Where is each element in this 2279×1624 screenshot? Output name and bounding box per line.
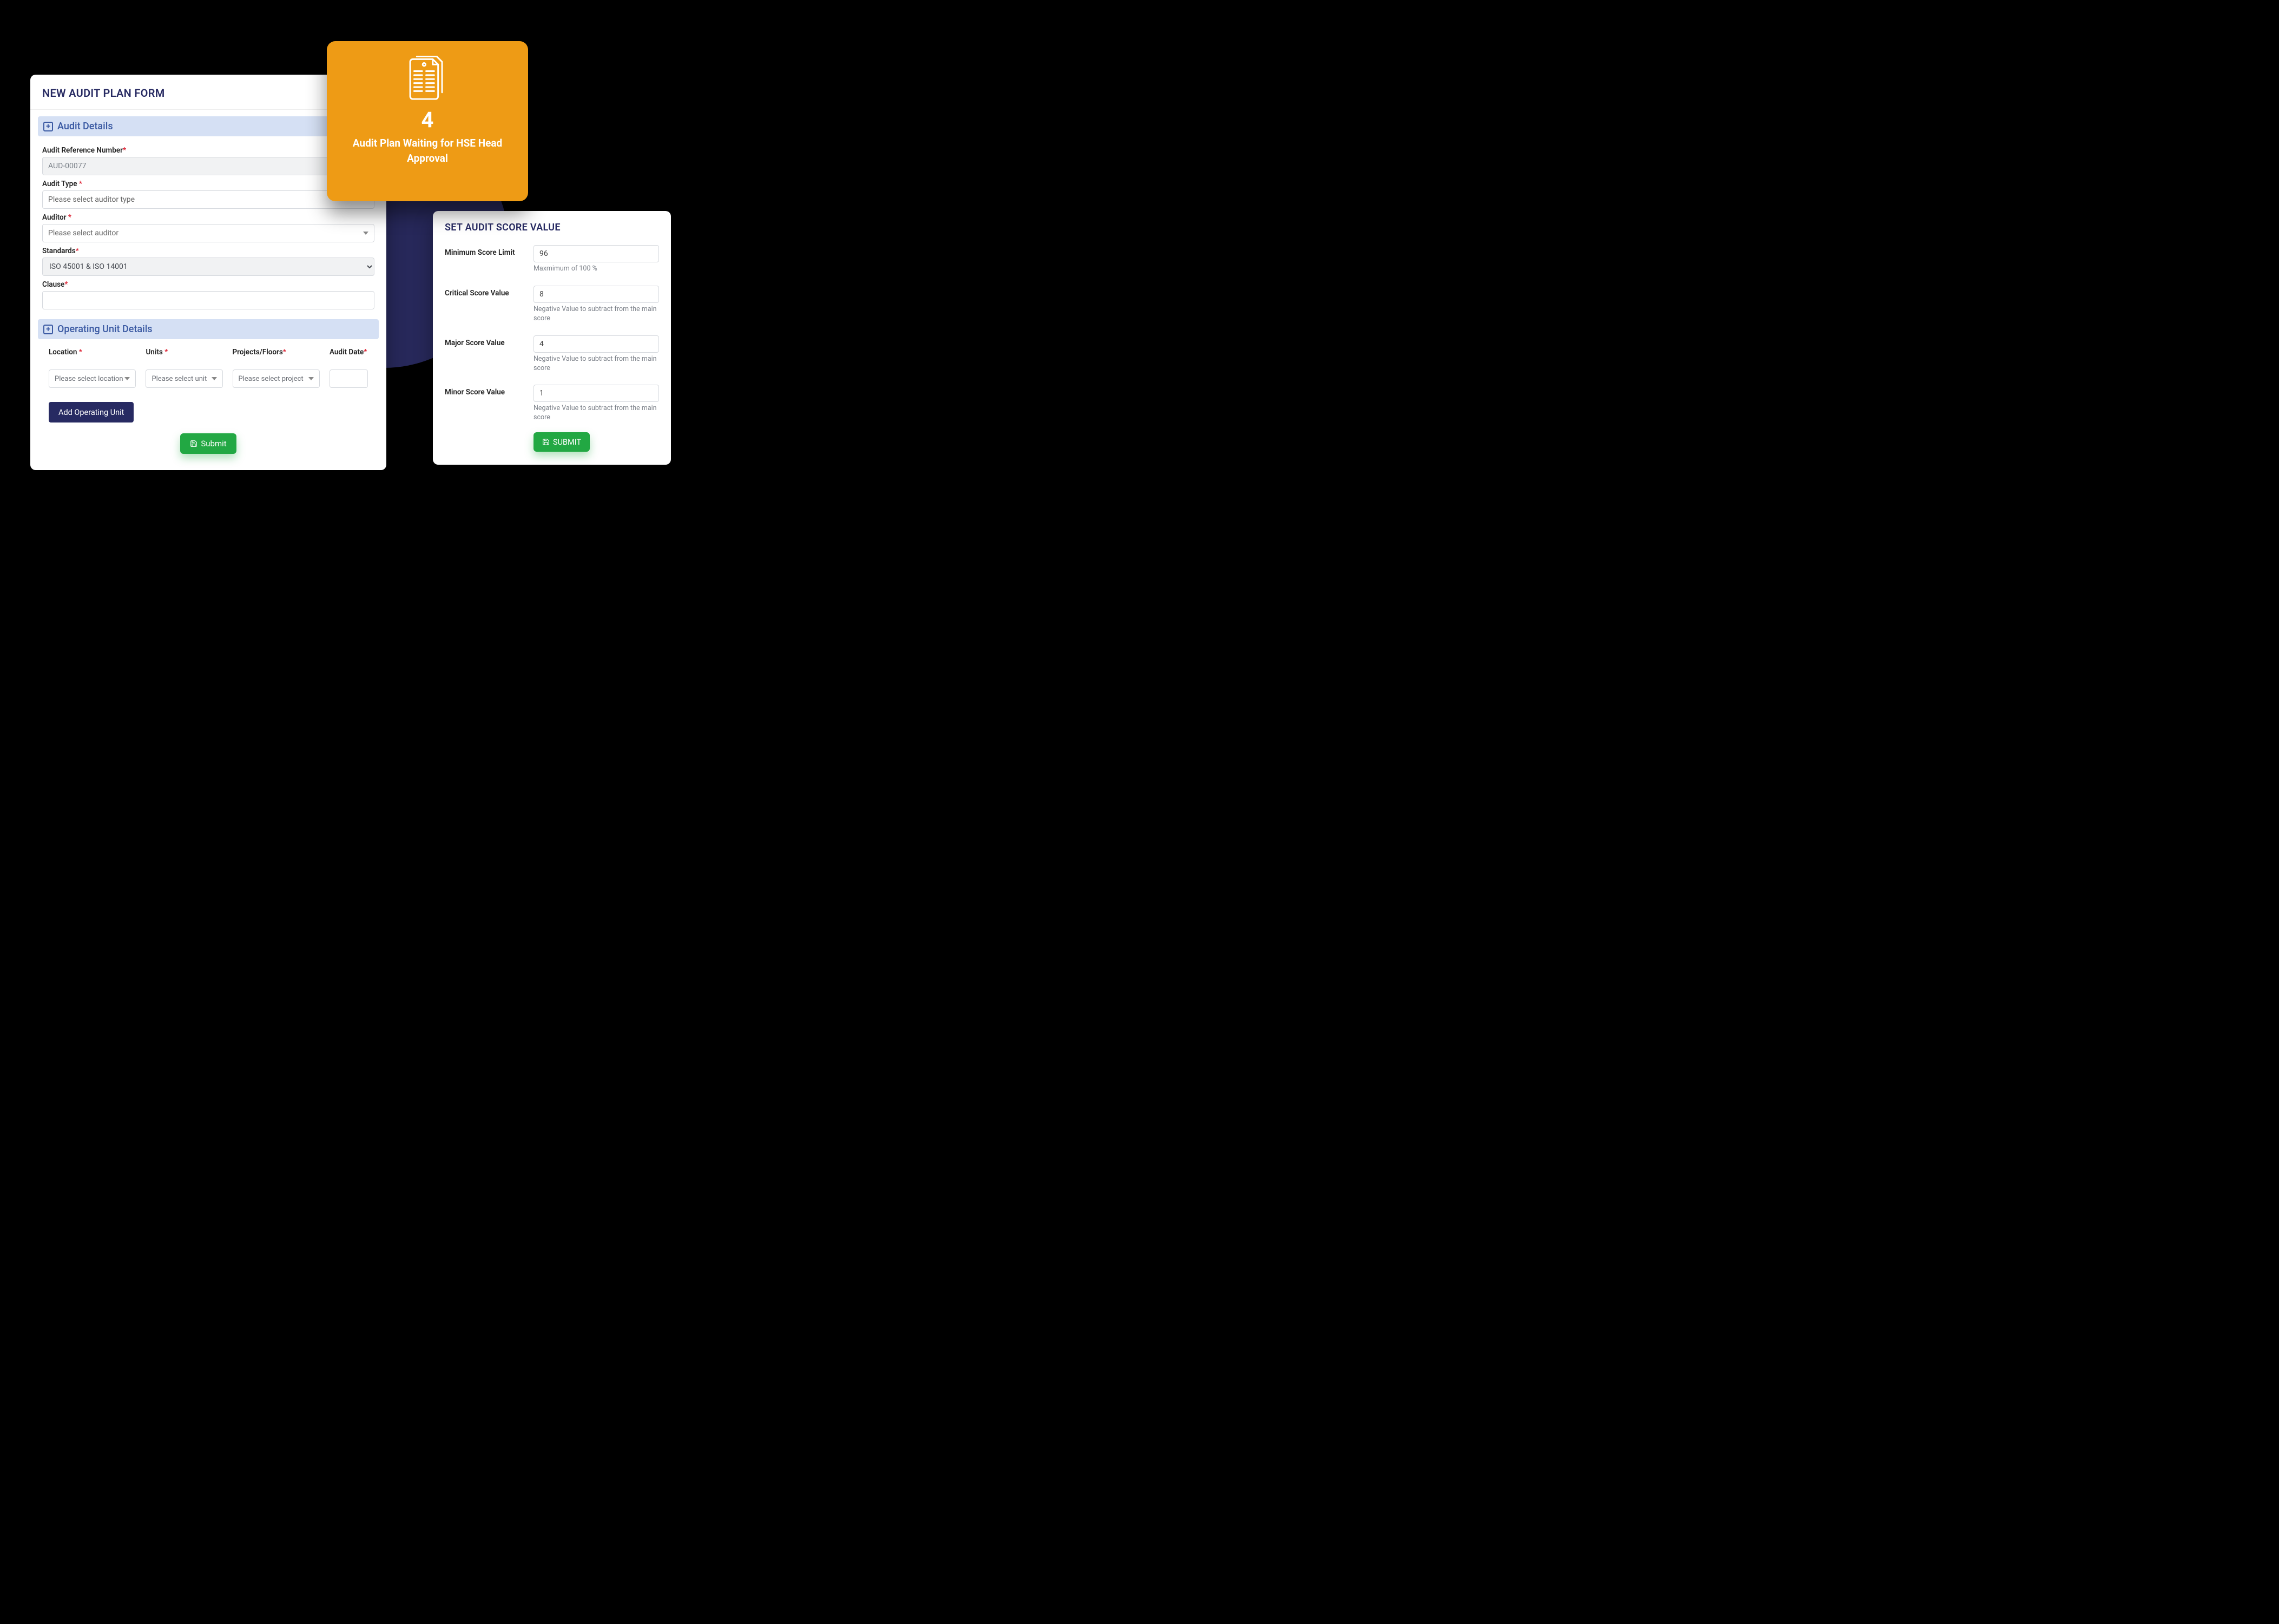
audit-type-label: Audit Type * (42, 180, 374, 188)
clause-input[interactable] (42, 291, 374, 309)
minor-score-input[interactable]: 1 (533, 385, 659, 402)
projects-select[interactable]: Please select project (233, 369, 320, 388)
location-col-label: Location * (49, 348, 136, 357)
standards-label: Standards* (42, 247, 374, 255)
audit-plan-waiting-card[interactable]: 4 Audit Plan Waiting for HSE Head Approv… (327, 41, 528, 201)
min-score-label: Minimum Score Limit (445, 245, 526, 257)
chevron-down-icon (363, 232, 368, 235)
section-label: Operating Unit Details (57, 324, 153, 335)
audit-ref-input: AUD-00077 (42, 157, 374, 175)
operating-unit-input-row: Please select location Please select uni… (30, 366, 386, 388)
location-select[interactable]: Please select location (49, 369, 136, 388)
set-audit-score-card: SET AUDIT SCORE VALUE Minimum Score Limi… (433, 211, 671, 465)
audit-type-select[interactable]: Please select auditor type (42, 190, 374, 209)
submit-label: SUBMIT (553, 438, 581, 447)
min-score-hint: Maxmimum of 100 % (533, 265, 659, 274)
critical-score-hint: Negative Value to subtract from the main… (533, 305, 659, 324)
audit-ref-value: AUD-00077 (48, 162, 87, 170)
units-col-label: Units * (146, 348, 222, 357)
audit-ref-label: Audit Reference Number* (42, 146, 374, 155)
audit-type-placeholder: Please select auditor type (48, 195, 135, 204)
projects-placeholder: Please select project (239, 375, 304, 383)
auditor-label: Auditor * (42, 213, 374, 222)
section-label: Audit Details (57, 121, 113, 132)
clause-label: Clause* (42, 280, 374, 289)
auditor-placeholder: Please select auditor (48, 229, 118, 237)
units-select[interactable]: Please select unit (146, 369, 222, 388)
minor-score-label: Minor Score Value (445, 385, 526, 397)
submit-label: Submit (201, 439, 226, 448)
units-placeholder: Please select unit (152, 375, 207, 383)
major-score-label: Major Score Value (445, 335, 526, 347)
major-score-hint: Negative Value to subtract from the main… (533, 355, 659, 373)
critical-score-label: Critical Score Value (445, 286, 526, 298)
waiting-text: Audit Plan Waiting for HSE Head Approval (327, 136, 528, 166)
location-placeholder: Please select location (55, 375, 123, 383)
add-operating-unit-button[interactable]: Add Operating Unit (49, 402, 134, 422)
chevron-down-icon (212, 377, 217, 380)
minor-score-hint: Negative Value to subtract from the main… (533, 404, 659, 422)
chevron-down-icon (124, 377, 130, 380)
audit-date-input[interactable] (330, 369, 368, 388)
critical-score-input[interactable]: 8 (533, 286, 659, 303)
operating-unit-header-row: Location * Units * Projects/Floors* Audi… (30, 345, 386, 357)
waiting-count: 4 (421, 107, 434, 133)
projects-col-label: Projects/Floors* (233, 348, 320, 357)
section-operating-unit-details[interactable]: + Operating Unit Details (38, 319, 379, 339)
page-title: SET AUDIT SCORE VALUE (445, 222, 659, 233)
submit-button[interactable]: Submit (180, 433, 236, 454)
plus-icon: + (43, 122, 53, 131)
chevron-down-icon (308, 377, 314, 380)
save-icon (190, 440, 197, 447)
page-title: NEW AUDIT PLAN FORM (42, 87, 374, 100)
auditor-select[interactable]: Please select auditor (42, 224, 374, 242)
plus-icon: + (43, 325, 53, 334)
document-icon (407, 55, 447, 102)
submit-button[interactable]: SUBMIT (533, 432, 590, 452)
min-score-input[interactable]: 96 (533, 245, 659, 262)
standards-select[interactable]: ISO 45001 & ISO 14001 (42, 258, 374, 276)
save-icon (542, 438, 550, 446)
major-score-input[interactable]: 4 (533, 335, 659, 353)
audit-date-col-label: Audit Date* (330, 348, 368, 357)
